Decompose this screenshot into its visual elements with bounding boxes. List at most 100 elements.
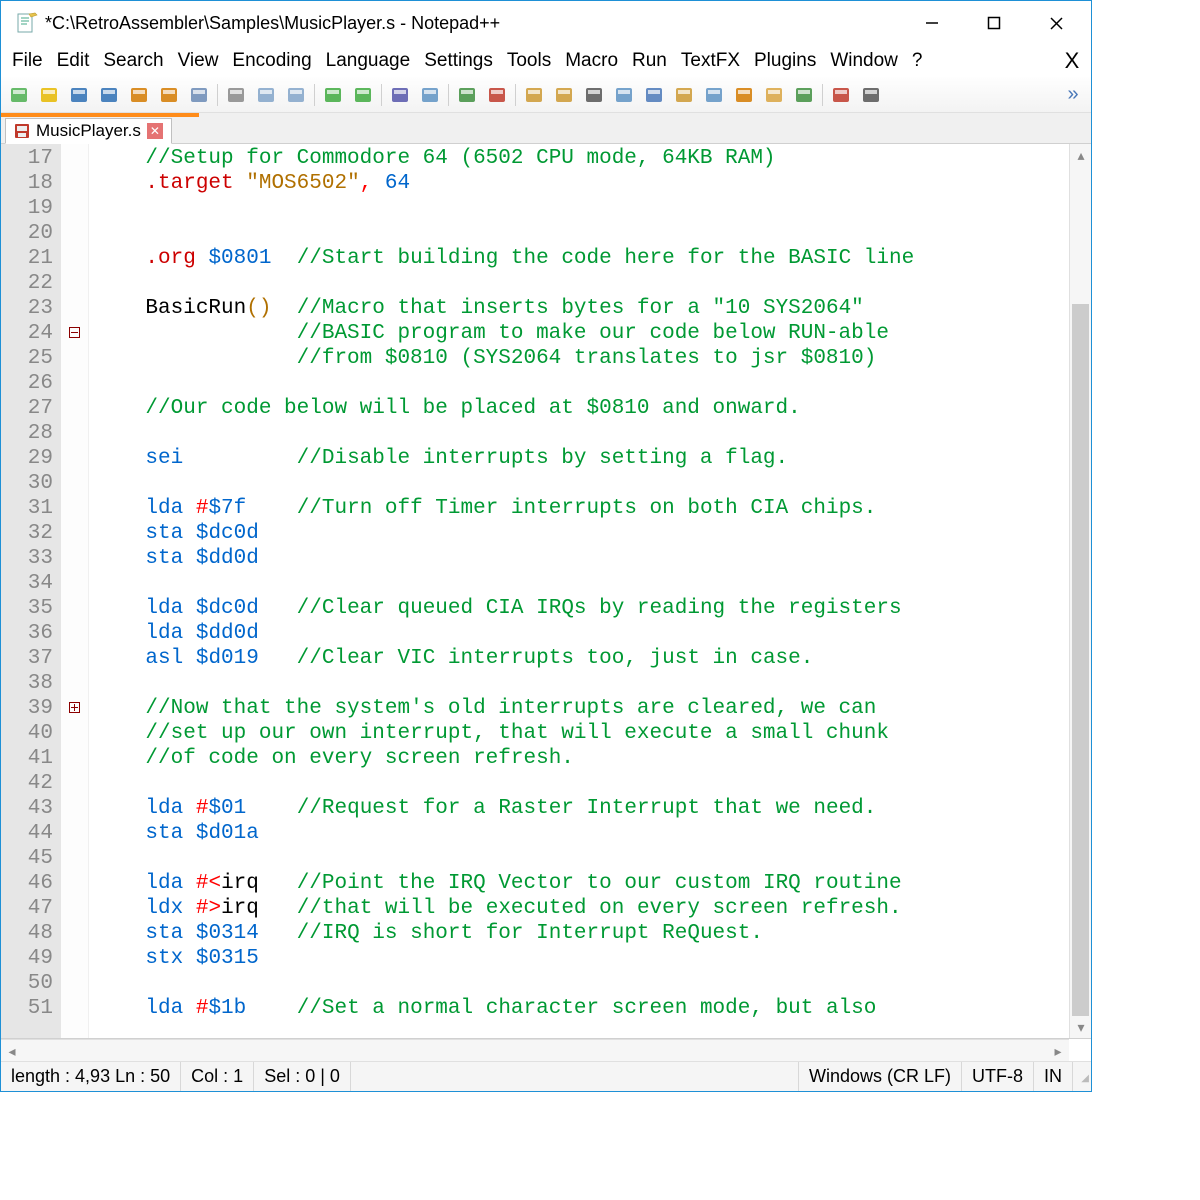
separator bbox=[381, 84, 382, 106]
menu-view[interactable]: View bbox=[171, 48, 226, 74]
code-line[interactable]: //Setup for Commodore 64 (6502 CPU mode,… bbox=[95, 146, 1085, 171]
code-line[interactable] bbox=[95, 846, 1085, 871]
code-line[interactable]: sta $0314 //IRQ is short for Interrupt R… bbox=[95, 921, 1085, 946]
menu-window[interactable]: Window bbox=[823, 48, 905, 74]
menu-search[interactable]: Search bbox=[96, 48, 170, 74]
new-icon[interactable] bbox=[5, 81, 33, 109]
close-icon[interactable] bbox=[125, 81, 153, 109]
minimize-button[interactable] bbox=[901, 5, 963, 41]
code-line[interactable]: //BASIC program to make our code below R… bbox=[95, 321, 1085, 346]
code-line[interactable] bbox=[95, 421, 1085, 446]
fold-toggle-icon[interactable] bbox=[69, 327, 80, 338]
tab-close-icon[interactable]: ✕ bbox=[147, 123, 163, 139]
code-line[interactable]: sta $d01a bbox=[95, 821, 1085, 846]
menu-encoding[interactable]: Encoding bbox=[225, 48, 318, 74]
menu-overflow[interactable]: X bbox=[1057, 46, 1087, 76]
record-icon[interactable] bbox=[827, 81, 855, 109]
folder-open-icon[interactable] bbox=[760, 81, 788, 109]
print-icon[interactable] bbox=[185, 81, 213, 109]
code-line[interactable]: lda $dd0d bbox=[95, 621, 1085, 646]
toolbar-overflow[interactable]: » bbox=[1059, 83, 1087, 106]
maximize-button[interactable] bbox=[963, 5, 1025, 41]
code-line[interactable] bbox=[95, 371, 1085, 396]
horizontal-scrollbar[interactable]: ◂▸ bbox=[1, 1039, 1091, 1061]
save-all-icon[interactable] bbox=[95, 81, 123, 109]
lang-icon[interactable] bbox=[670, 81, 698, 109]
status-col: Col : 1 bbox=[181, 1062, 254, 1091]
copy-icon[interactable] bbox=[252, 81, 280, 109]
code-line[interactable]: .org $0801 //Start building the code her… bbox=[95, 246, 1085, 271]
code-line[interactable]: stx $0315 bbox=[95, 946, 1085, 971]
sync-h-icon[interactable] bbox=[550, 81, 578, 109]
menu-file[interactable]: File bbox=[5, 48, 50, 74]
menu-language[interactable]: Language bbox=[319, 48, 418, 74]
sync-v-icon[interactable] bbox=[520, 81, 548, 109]
code-line[interactable] bbox=[95, 271, 1085, 296]
code-line[interactable]: ldx #>irq //that will be executed on eve… bbox=[95, 896, 1085, 921]
cut-icon[interactable] bbox=[222, 81, 250, 109]
menu-edit[interactable]: Edit bbox=[50, 48, 97, 74]
menu-plugins[interactable]: Plugins bbox=[747, 48, 823, 74]
code-line[interactable]: lda #$1b //Set a normal character screen… bbox=[95, 996, 1085, 1021]
code-line[interactable] bbox=[95, 221, 1085, 246]
scroll-up-icon[interactable]: ▴ bbox=[1070, 144, 1091, 166]
code-line[interactable] bbox=[95, 971, 1085, 996]
menu-textfx[interactable]: TextFX bbox=[674, 48, 747, 74]
resize-grip[interactable]: ◢ bbox=[1073, 1068, 1091, 1086]
scroll-thumb[interactable] bbox=[1072, 304, 1089, 1024]
func-list-icon[interactable] bbox=[730, 81, 758, 109]
close-button[interactable] bbox=[1025, 5, 1087, 41]
show-all-icon[interactable] bbox=[610, 81, 638, 109]
code-line[interactable] bbox=[95, 671, 1085, 696]
code-line[interactable]: //Our code below will be placed at $0810… bbox=[95, 396, 1085, 421]
tab-musicplayer[interactable]: MusicPlayer.s ✕ bbox=[5, 118, 172, 144]
menu-bar: FileEditSearchViewEncodingLanguageSettin… bbox=[1, 45, 1091, 77]
status-length: length : 4,93 Ln : 50 bbox=[1, 1062, 181, 1091]
fold-toggle-icon[interactable] bbox=[69, 702, 80, 713]
code-line[interactable]: sta $dc0d bbox=[95, 521, 1085, 546]
scroll-down-icon[interactable]: ▾ bbox=[1070, 1016, 1091, 1038]
scroll-left-icon[interactable]: ◂ bbox=[1, 1040, 23, 1062]
code-line[interactable]: //from $0810 (SYS2064 translates to jsr … bbox=[95, 346, 1085, 371]
code-line[interactable]: //set up our own interrupt, that will ex… bbox=[95, 721, 1085, 746]
code-line[interactable]: lda #$7f //Turn off Timer interrupts on … bbox=[95, 496, 1085, 521]
monitor-icon[interactable] bbox=[790, 81, 818, 109]
paste-icon[interactable] bbox=[282, 81, 310, 109]
open-icon[interactable] bbox=[35, 81, 63, 109]
code-line[interactable]: lda $dc0d //Clear queued CIA IRQs by rea… bbox=[95, 596, 1085, 621]
code-line[interactable]: //of code on every screen refresh. bbox=[95, 746, 1085, 771]
code-line[interactable]: //Now that the system's old interrupts a… bbox=[95, 696, 1085, 721]
code-line[interactable]: asl $d019 //Clear VIC interrupts too, ju… bbox=[95, 646, 1085, 671]
code-line[interactable]: lda #$01 //Request for a Raster Interrup… bbox=[95, 796, 1085, 821]
menu-tools[interactable]: Tools bbox=[500, 48, 558, 74]
stop-icon[interactable] bbox=[857, 81, 885, 109]
close-all-icon[interactable] bbox=[155, 81, 183, 109]
undo-icon[interactable] bbox=[319, 81, 347, 109]
menu-macro[interactable]: Macro bbox=[558, 48, 625, 74]
wrap-icon[interactable] bbox=[580, 81, 608, 109]
replace-icon[interactable] bbox=[416, 81, 444, 109]
code-line[interactable] bbox=[95, 571, 1085, 596]
code-line[interactable]: BasicRun() //Macro that inserts bytes fo… bbox=[95, 296, 1085, 321]
code-line[interactable] bbox=[95, 471, 1085, 496]
zoom-out-icon[interactable] bbox=[483, 81, 511, 109]
doc-map-icon[interactable] bbox=[700, 81, 728, 109]
vertical-scrollbar[interactable]: ▴ ▾ bbox=[1069, 144, 1091, 1038]
code-line[interactable]: .target "MOS6502", 64 bbox=[95, 171, 1085, 196]
code-line[interactable]: sta $dd0d bbox=[95, 546, 1085, 571]
redo-icon[interactable] bbox=[349, 81, 377, 109]
zoom-in-icon[interactable] bbox=[453, 81, 481, 109]
menu-run[interactable]: Run bbox=[625, 48, 674, 74]
menu-help[interactable]: ? bbox=[905, 48, 930, 74]
status-sel: Sel : 0 | 0 bbox=[254, 1062, 351, 1091]
code-line[interactable]: lda #<irq //Point the IRQ Vector to our … bbox=[95, 871, 1085, 896]
indent-guides-icon[interactable] bbox=[640, 81, 668, 109]
scroll-right-icon[interactable]: ▸ bbox=[1047, 1040, 1069, 1062]
code-area[interactable]: //Setup for Commodore 64 (6502 CPU mode,… bbox=[89, 144, 1091, 1038]
code-line[interactable]: sei //Disable interrupts by setting a fl… bbox=[95, 446, 1085, 471]
code-line[interactable] bbox=[95, 771, 1085, 796]
code-line[interactable] bbox=[95, 196, 1085, 221]
menu-settings[interactable]: Settings bbox=[417, 48, 500, 74]
save-icon[interactable] bbox=[65, 81, 93, 109]
find-icon[interactable] bbox=[386, 81, 414, 109]
